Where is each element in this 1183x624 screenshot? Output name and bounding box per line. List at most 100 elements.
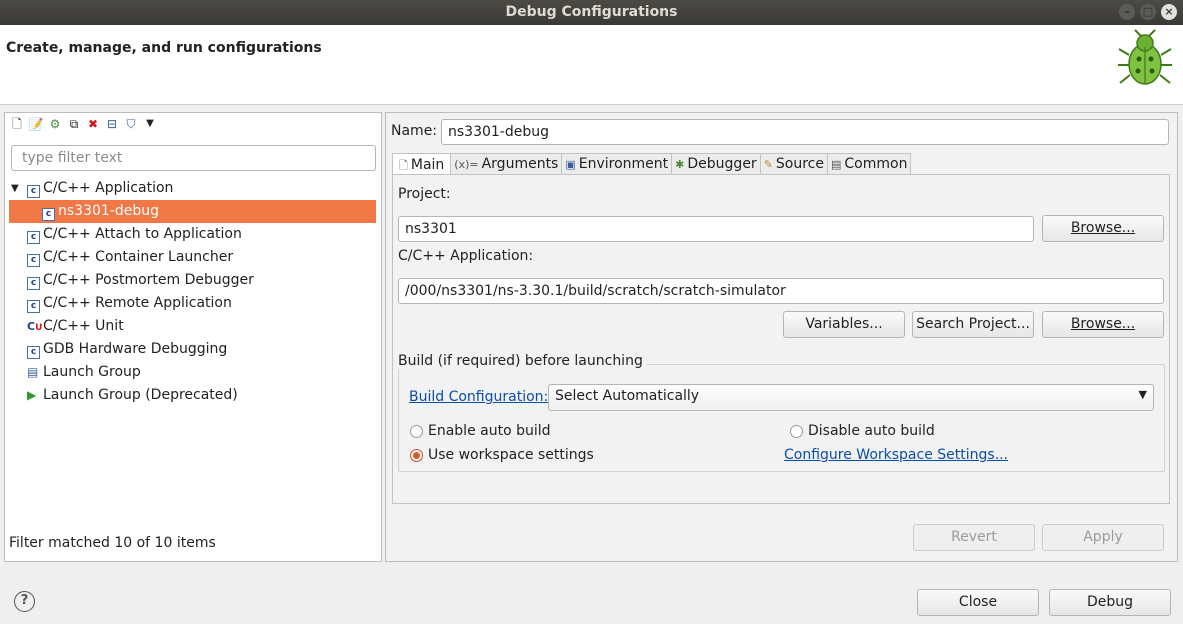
tree-item-ns3301-debug[interactable]: c ns3301-debug [9,200,376,223]
c-app-icon: c [27,254,40,267]
filter-icon[interactable]: ⛉ [123,116,139,132]
tab-label: Main [410,156,445,173]
new-config-icon[interactable]: 🗋 [9,116,25,132]
tab-label: Source [775,156,824,172]
tab-common[interactable]: ▤ Common [827,153,912,175]
tree-item-container-launcher[interactable]: c C/C++ Container Launcher [5,246,381,269]
enable-auto-build-radio[interactable]: Enable auto build [410,423,551,439]
tab-main[interactable]: 🗋 Main [392,153,452,176]
disable-auto-build-radio[interactable]: Disable auto build [790,423,935,439]
configure-workspace-settings-link[interactable]: Configure Workspace Settings... [784,447,1008,463]
build-configuration-select[interactable]: Select Automatically ▼ [548,384,1154,411]
configuration-list-pane: 🗋 📝 ⚙ ⧉ ✖ ⊟ ⛉ ▼ ▼ cC/C++ Application cns… [4,112,382,562]
help-icon[interactable]: ? [14,591,35,612]
name-label: Name: [391,123,438,139]
button-label: Variables... [805,316,883,332]
view-menu-icon[interactable]: ▼ [142,116,158,132]
tree-item-launch-group[interactable]: ▤ Launch Group [5,361,381,384]
tab-environment[interactable]: ▣ Environment [561,153,673,175]
play-icon: ▶ [27,388,37,402]
configuration-editor-pane: Name: 🗋Main (x)=Arguments ▣Environment ✱… [385,112,1178,562]
use-workspace-settings-radio[interactable]: Use workspace settings [410,447,594,463]
tree-item-label: Launch Group [43,364,141,380]
tab-arguments[interactable]: (x)= Arguments [450,153,563,175]
application-browse-button[interactable]: Browse... [1042,311,1164,338]
search-project-button[interactable]: Search Project... [912,311,1034,338]
bug-icon [1118,29,1172,85]
new-prototype-icon[interactable]: 📝 [28,116,44,132]
debugger-bug-icon: ✱ [675,158,685,171]
tree-item-label: C/C++ Remote Application [43,295,232,311]
button-label: Browse... [1070,316,1136,332]
button-label: Debug [1086,594,1134,610]
window-title: Debug Configurations [505,4,678,20]
button-label: Search Project... [916,316,1030,332]
tab-label: Environment [578,156,669,172]
name-field[interactable] [441,119,1169,145]
tree-item-label: C/C++ Container Launcher [43,249,234,265]
radio-button[interactable] [410,424,423,438]
config-toolbar: 🗋 📝 ⚙ ⧉ ✖ ⊟ ⛉ ▼ [9,116,158,132]
tree-item-attach-to-application[interactable]: c C/C++ Attach to Application [5,223,381,246]
filter-input[interactable] [11,145,376,171]
tree-item-remote-application[interactable]: c C/C++ Remote Application [5,292,381,315]
c-unit-icon: CU [27,320,43,333]
c-app-icon: c [27,300,40,313]
c-app-icon: c [27,185,40,198]
c-app-icon: c [27,231,40,244]
common-icon: ▤ [831,158,842,171]
c-app-icon: c [27,277,40,290]
button-label: Browse... [1070,220,1136,236]
debug-button[interactable]: Debug [1049,589,1171,616]
tab-source[interactable]: ✎ Source [759,153,828,175]
tree-item-gdb-hardware-debugging[interactable]: c GDB Hardware Debugging [5,338,381,361]
project-field[interactable] [398,216,1034,242]
tree-item-launch-group-deprecated[interactable]: ▶ Launch Group (Deprecated) [5,384,381,407]
close-window-icon[interactable]: × [1161,4,1177,20]
radio-button[interactable] [790,424,803,438]
variables-button[interactable]: Variables... [783,311,905,338]
close-button[interactable]: Close [917,589,1039,616]
button-label: Close [958,594,998,610]
tree-item-postmortem-debugger[interactable]: c C/C++ Postmortem Debugger [5,269,381,292]
tree-item-label: GDB Hardware Debugging [43,341,228,357]
tree-item-label: ns3301-debug [58,203,159,219]
revert-button[interactable]: Revert [913,524,1035,551]
application-field[interactable] [398,278,1164,304]
select-value: Select Automatically [555,388,700,404]
export-icon[interactable]: ⚙ [47,116,63,132]
tree-item-c-application[interactable]: ▼ c C/C++ Application [5,177,381,200]
maximize-icon[interactable]: □ [1140,4,1156,20]
minimize-icon[interactable]: – [1119,4,1135,20]
launch-group-icon: ▤ [27,365,39,379]
configuration-tree: ▼ c C/C++ Application c ns3301-debug c C/C+… [5,177,381,407]
window-controls: – □ × [1119,4,1177,20]
expand-arrow-icon[interactable]: ▼ [11,177,19,200]
chevron-down-icon: ▼ [1138,388,1147,401]
build-group: Build Configuration: Select Automaticall… [398,364,1165,472]
arguments-icon: (x)= [454,158,479,171]
collapse-all-icon[interactable]: ⊟ [104,116,120,132]
delete-icon[interactable]: ✖ [85,116,101,132]
application-label: C/C++ Application: [398,248,534,264]
project-browse-button[interactable]: Browse... [1042,215,1164,242]
window-titlebar: Debug Configurations – □ × [0,0,1183,25]
button-label: Apply [1083,529,1123,545]
main-tab-icon: 🗋 [399,158,408,172]
tree-item-c-unit[interactable]: CUC/C++ Unit [5,315,381,338]
tree-item-label: C/C++ Attach to Application [43,226,242,242]
main-tab-content: Project: Browse... C/C++ Application: Va… [392,174,1170,504]
radio-label: Enable auto build [428,423,551,439]
build-configuration-link[interactable]: Build Configuration: [409,389,548,405]
source-icon: ✎ [763,158,773,171]
banner-title: Create, manage, and run configurations [6,40,322,56]
apply-button[interactable]: Apply [1042,524,1164,551]
radio-button-selected[interactable] [410,448,423,462]
tree-item-label: C/C++ Postmortem Debugger [43,272,254,288]
c-app-icon: c [27,346,40,359]
duplicate-icon[interactable]: ⧉ [66,116,82,132]
button-label: Revert [951,529,997,545]
tab-debugger[interactable]: ✱ Debugger [671,153,761,175]
tab-label: Debugger [687,156,757,172]
build-group-title: Build (if required) before launching [398,353,647,369]
